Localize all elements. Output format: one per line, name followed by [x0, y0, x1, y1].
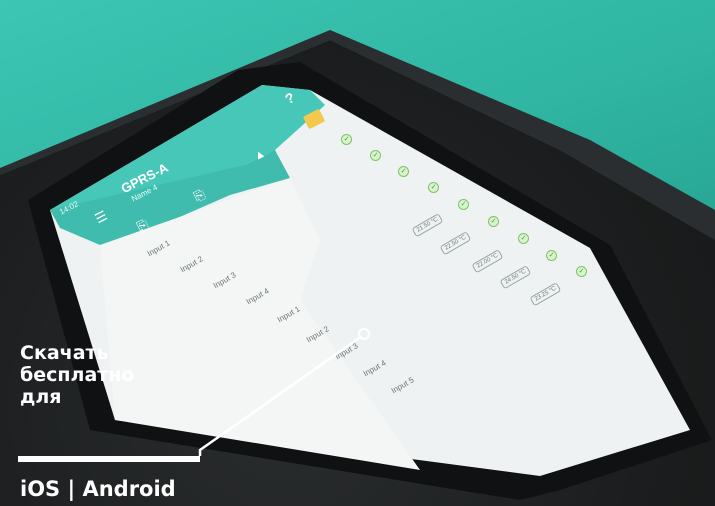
callout-line	[198, 328, 370, 456]
download-free-heading: Скачать бесплатно для	[20, 342, 134, 408]
platforms-link[interactable]: iOS | Android	[20, 477, 176, 501]
promo-line-1: Скачать	[20, 342, 109, 364]
divider-bar	[18, 456, 200, 462]
promo-line-2: бесплатно	[20, 364, 135, 386]
promo-line-3: для	[20, 386, 62, 408]
